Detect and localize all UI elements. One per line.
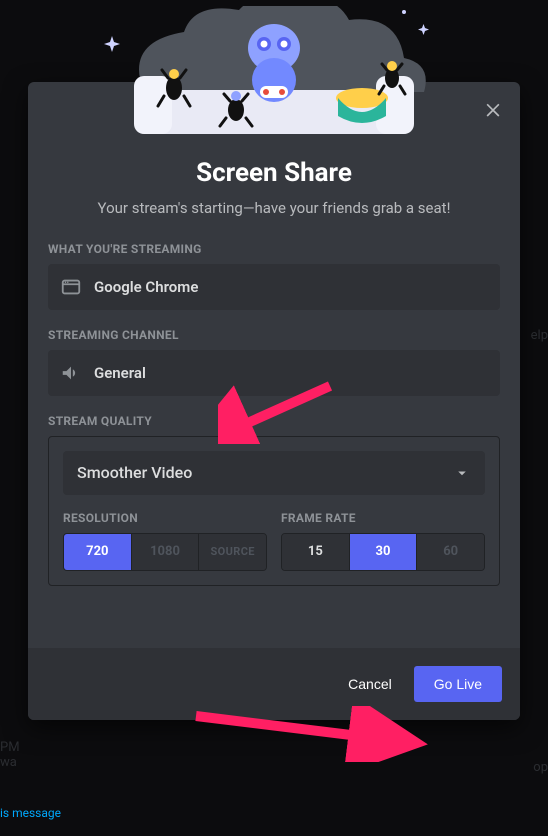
resolution-option-source[interactable]: SOURCE [199, 534, 266, 570]
resolution-segment: 720 1080 SOURCE [63, 533, 267, 571]
framerate-option-30[interactable]: 30 [350, 534, 418, 570]
chevron-down-icon [453, 464, 471, 482]
modal-title: Screen Share [48, 158, 500, 188]
resolution-option-1080[interactable]: 1080 [132, 534, 200, 570]
modal-subtitle: Your stream's starting—have your friends… [82, 198, 466, 220]
channel-section-label: STREAMING CHANNEL [48, 328, 500, 342]
go-live-button[interactable]: Go Live [414, 666, 502, 702]
backdrop-text: op [533, 760, 548, 775]
framerate-label: FRAME RATE [281, 511, 485, 525]
backdrop-text: elp [531, 328, 548, 343]
quality-box: Smoother Video RESOLUTION 720 1080 SOURC… [48, 436, 500, 586]
quality-preset-select[interactable]: Smoother Video [63, 451, 485, 495]
resolution-option-720[interactable]: 720 [64, 534, 132, 570]
framerate-option-15[interactable]: 15 [282, 534, 350, 570]
close-icon [483, 99, 503, 119]
speaker-icon [60, 362, 82, 384]
backdrop-text: is message [0, 806, 61, 820]
streaming-section-label: WHAT YOU'RE STREAMING [48, 242, 500, 256]
streaming-app-row[interactable]: Google Chrome [48, 264, 500, 310]
cancel-button[interactable]: Cancel [334, 666, 406, 702]
resolution-label: RESOLUTION [63, 511, 267, 525]
window-icon [60, 276, 82, 298]
backdrop-text: PMwa [0, 740, 20, 770]
screen-share-modal: Screen Share Your stream's starting—have… [28, 82, 520, 720]
quality-preset-selected: Smoother Video [77, 463, 192, 482]
quality-section-label: STREAM QUALITY [48, 414, 500, 428]
modal-footer: Cancel Go Live [28, 648, 520, 720]
streaming-app-name: Google Chrome [94, 278, 198, 296]
streaming-channel-name: General [94, 364, 146, 382]
streaming-channel-row[interactable]: General [48, 350, 500, 396]
framerate-segment: 15 30 60 [281, 533, 485, 571]
framerate-option-60[interactable]: 60 [417, 534, 484, 570]
close-button[interactable] [480, 96, 506, 122]
